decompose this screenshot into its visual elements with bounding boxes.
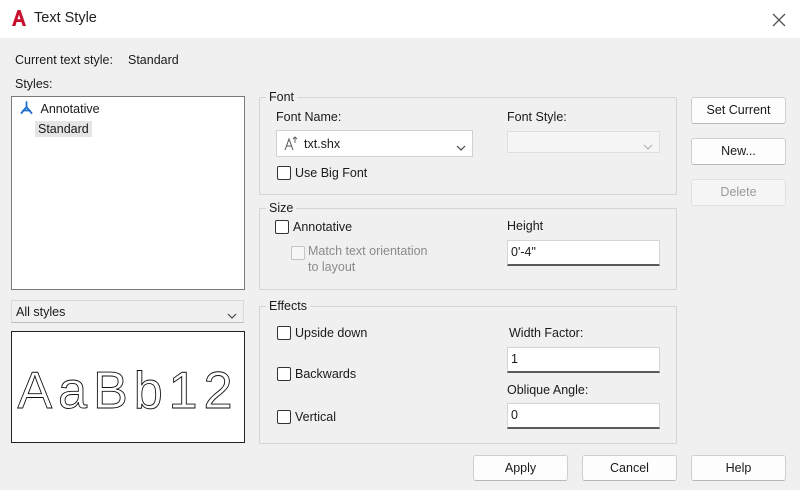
font-style-dropdown[interactable]	[507, 131, 660, 153]
title-bar: Text Style	[0, 0, 800, 38]
preview-text: AaBb12	[17, 362, 238, 421]
font-name-value: txt.shx	[304, 137, 341, 151]
current-style-value: Standard	[128, 53, 179, 67]
height-input[interactable]: 0'-4"	[507, 240, 660, 266]
list-item-annotative[interactable]: Annotative	[20, 99, 100, 119]
cancel-button[interactable]: Cancel	[582, 455, 677, 481]
effects-group-title: Effects	[266, 299, 310, 313]
match-orientation-label-line2: to layout	[308, 260, 356, 274]
window-title: Text Style	[34, 10, 97, 26]
oblique-angle-label: Oblique Angle:	[507, 383, 589, 397]
set-current-button[interactable]: Set Current	[691, 97, 786, 124]
styles-filter-dropdown[interactable]: All styles	[11, 300, 244, 323]
vertical-label: Vertical	[295, 410, 336, 424]
list-item-standard[interactable]: Standard	[35, 119, 92, 139]
chevron-down-icon	[227, 309, 237, 323]
chevron-down-icon	[456, 141, 466, 155]
width-factor-input[interactable]: 1	[507, 347, 660, 373]
chevron-down-icon	[643, 140, 653, 154]
styles-filter-value: All styles	[16, 305, 66, 319]
current-style-label: Current text style:	[15, 53, 113, 67]
style-preview: AaBb12	[11, 331, 245, 443]
styles-label: Styles:	[15, 77, 53, 91]
list-item-label: Standard	[35, 121, 92, 137]
height-label: Height	[507, 219, 544, 233]
font-style-label: Font Style:	[507, 110, 567, 124]
oblique-angle-input[interactable]: 0	[507, 403, 660, 429]
close-icon	[772, 6, 786, 31]
styles-list[interactable]: Annotative Standard	[11, 96, 245, 290]
svg-text:AaBb12: AaBb12	[17, 362, 238, 420]
upside-down-checkbox[interactable]	[277, 326, 291, 340]
delete-style-button[interactable]: Delete	[691, 179, 786, 206]
width-factor-label: Width Factor:	[509, 326, 584, 340]
close-button[interactable]	[764, 4, 794, 34]
vertical-checkbox[interactable]	[277, 410, 291, 424]
new-style-button[interactable]: New...	[691, 138, 786, 165]
annotative-label: Annotative	[293, 220, 353, 234]
help-button[interactable]: Help	[691, 455, 786, 481]
match-orientation-label-line1: Match text orientation	[308, 244, 428, 258]
annotative-checkbox[interactable]	[275, 220, 289, 234]
shx-font-icon	[283, 136, 299, 155]
backwards-label: Backwards	[295, 367, 357, 381]
match-orientation-checkbox[interactable]	[291, 246, 305, 260]
annotative-icon	[20, 100, 34, 120]
size-group-title: Size	[266, 201, 297, 215]
upside-down-label: Upside down	[295, 326, 368, 340]
backwards-checkbox[interactable]	[277, 367, 291, 381]
autocad-a-icon	[11, 9, 27, 27]
font-group-title: Font	[266, 90, 298, 104]
use-big-font-checkbox[interactable]	[277, 166, 291, 180]
font-name-dropdown[interactable]: txt.shx	[276, 130, 473, 157]
use-big-font-label: Use Big Font	[295, 166, 368, 180]
list-item-label: Annotative	[40, 102, 100, 116]
font-name-label: Font Name:	[276, 110, 342, 124]
apply-button[interactable]: Apply	[473, 455, 568, 481]
